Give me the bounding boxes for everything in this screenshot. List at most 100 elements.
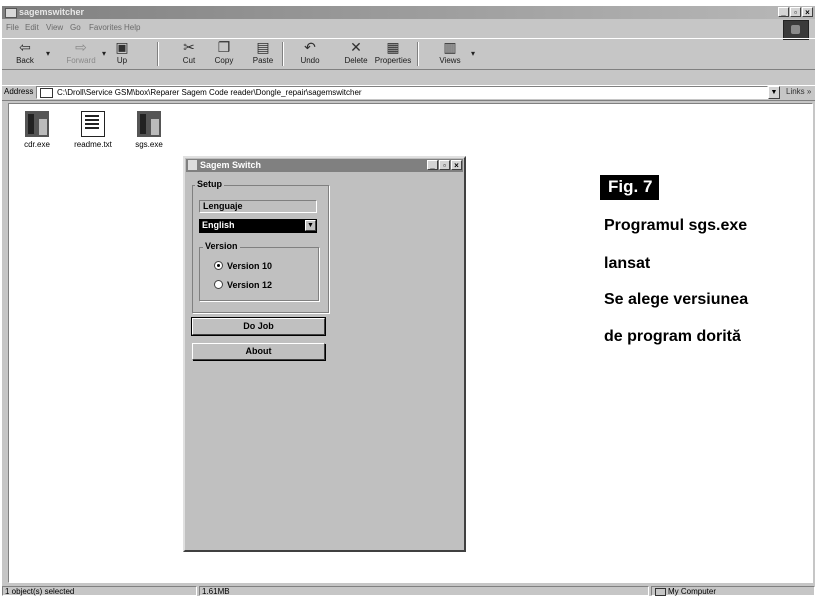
scissors-icon: ✂ <box>183 39 195 55</box>
toolbar-properties-button[interactable]: ▦ Properties <box>374 39 412 69</box>
paste-icon: ▤ <box>256 39 270 55</box>
file-sgs-exe[interactable]: sgs.exe <box>129 111 169 149</box>
delete-x-icon: ✕ <box>350 39 362 55</box>
window-title: sagemswitcher <box>19 7 85 17</box>
folder-icon <box>5 8 17 18</box>
radio-checked-icon <box>214 261 223 270</box>
dropdown-arrow-icon[interactable]: ▾ <box>471 49 475 58</box>
caption-line-3: Se alege versiunea <box>604 291 749 308</box>
caption-line-2: lansat <box>604 255 651 272</box>
setup-group: Setup Lenguaje English ▼ Version Version… <box>192 179 329 313</box>
toolbar-label: Cut <box>182 56 196 65</box>
links-button[interactable]: Links » <box>786 87 811 96</box>
toolbar-separator <box>282 42 284 66</box>
address-path: C:\Droll\Service GSM\box\Reparer Sagem C… <box>57 88 362 97</box>
exe-icon <box>25 111 49 137</box>
toolbar-label: Forward <box>66 56 96 65</box>
undo-icon: ↶ <box>304 39 316 55</box>
app-icon <box>188 160 197 170</box>
toolbar-label: Back <box>16 56 34 65</box>
file-readme-txt[interactable]: readme.txt <box>73 111 113 149</box>
file-name: cdr.exe <box>24 140 50 149</box>
sagem-switch-dialog: Sagem Switch _ ▫ × Setup Lenguaje Englis… <box>183 156 466 552</box>
status-selection: 1 object(s) selected <box>2 586 197 596</box>
address-bar: Address C:\Droll\Service GSM\box\Reparer… <box>2 85 815 101</box>
toolbar-cut-button[interactable]: ✂ Cut <box>170 39 208 69</box>
toolbar-paste-button[interactable]: ▤ Paste <box>244 39 282 69</box>
toolbar-back-button[interactable]: ⇦ Back ▾ <box>6 39 50 69</box>
caption-line-1: Programul sgs.exe <box>604 217 748 234</box>
computer-icon <box>655 588 666 596</box>
toolbar-label: Copy <box>214 56 234 65</box>
language-label: Lenguaje <box>199 200 317 213</box>
exe-icon <box>137 111 161 137</box>
close-button[interactable]: × <box>802 7 813 17</box>
radio-label: Version 10 <box>227 261 273 271</box>
setup-label: Setup <box>195 179 225 189</box>
version-group: Version Version 10 Version 12 <box>199 241 319 301</box>
file-name: sgs.exe <box>135 140 163 149</box>
language-value: English <box>202 220 235 230</box>
radio-label: Version 12 <box>227 280 273 290</box>
toolbar-views-button[interactable]: ▥ Views ▾ <box>431 39 475 69</box>
menu-bar: File Edit View Go Favorites Help <box>2 20 815 36</box>
file-cdr-exe[interactable]: cdr.exe <box>17 111 57 149</box>
menu-favorites[interactable]: Favorites <box>89 23 122 32</box>
dropdown-arrow-icon[interactable]: ▾ <box>46 49 50 58</box>
radio-version-10[interactable]: Version 10 <box>214 261 272 271</box>
status-bar: 1 object(s) selected 1.61MB My Computer <box>2 586 815 596</box>
folder-up-icon: ▣ <box>115 39 129 55</box>
menu-go[interactable]: Go <box>70 23 81 32</box>
toolbar-separator <box>157 42 159 66</box>
version-label: Version <box>203 241 240 251</box>
status-zone: My Computer <box>651 586 815 596</box>
forward-arrow-icon: ⇨ <box>75 39 87 55</box>
windows-logo-icon <box>783 20 809 40</box>
dialog-minimize-button[interactable]: _ <box>427 160 438 170</box>
properties-icon: ▦ <box>386 39 400 55</box>
menu-help[interactable]: Help <box>124 23 140 32</box>
toolbar-copy-button[interactable]: ❐ Copy <box>205 39 243 69</box>
text-file-icon <box>81 111 105 137</box>
language-select[interactable]: English ▼ <box>199 219 317 233</box>
maximize-button[interactable]: ▫ <box>790 7 801 17</box>
address-label: Address <box>4 87 34 96</box>
minimize-button[interactable]: _ <box>778 7 789 17</box>
radio-version-12[interactable]: Version 12 <box>214 280 272 290</box>
toolbar-separator <box>417 42 419 66</box>
file-name: readme.txt <box>74 140 112 149</box>
folder-icon <box>40 88 53 98</box>
address-input[interactable]: C:\Droll\Service GSM\box\Reparer Sagem C… <box>36 86 768 99</box>
address-dropdown-button[interactable]: ▼ <box>768 86 780 99</box>
menu-view[interactable]: View <box>46 23 63 32</box>
dialog-close-button[interactable]: × <box>451 160 462 170</box>
title-bar[interactable]: sagemswitcher _ ▫ × <box>2 6 815 19</box>
chevron-down-icon[interactable]: ▼ <box>305 220 316 231</box>
views-icon: ▥ <box>443 39 457 55</box>
do-job-button[interactable]: Do Job <box>191 317 326 336</box>
caption-line-4: de program dorită <box>604 328 741 345</box>
toolbar-label: Undo <box>300 56 320 65</box>
toolbar-forward-button[interactable]: ⇨ Forward ▾ <box>62 39 106 69</box>
toolbar: ⇦ Back ▾ ⇨ Forward ▾ ▣ Up ✂ Cut ❐ Copy ▤ Paste ↶ Undo ✕ D… <box>2 38 815 70</box>
dialog-title-bar[interactable]: Sagem Switch _ ▫ × <box>186 159 463 172</box>
toolbar-up-button[interactable]: ▣ Up <box>103 39 141 69</box>
dialog-title: Sagem Switch <box>200 160 262 170</box>
toolbar-label: Delete <box>344 56 368 65</box>
dialog-maximize-button[interactable]: ▫ <box>439 160 450 170</box>
figure-label: Fig. 7 <box>600 175 660 200</box>
status-size: 1.61MB <box>199 586 649 596</box>
toolbar-label: Properties <box>374 56 412 65</box>
toolbar-label: Up <box>116 56 128 65</box>
copy-icon: ❐ <box>217 39 231 55</box>
toolbar-undo-button[interactable]: ↶ Undo <box>291 39 329 69</box>
radio-unchecked-icon <box>214 280 223 289</box>
status-zone-label: My Computer <box>668 587 717 596</box>
back-arrow-icon: ⇦ <box>19 39 31 55</box>
toolbar-delete-button[interactable]: ✕ Delete <box>337 39 375 69</box>
menu-edit[interactable]: Edit <box>25 23 39 32</box>
toolbar-label: Paste <box>252 56 274 65</box>
about-button[interactable]: About <box>192 343 325 360</box>
menu-file[interactable]: File <box>6 23 19 32</box>
toolbar-label: Views <box>439 56 461 65</box>
